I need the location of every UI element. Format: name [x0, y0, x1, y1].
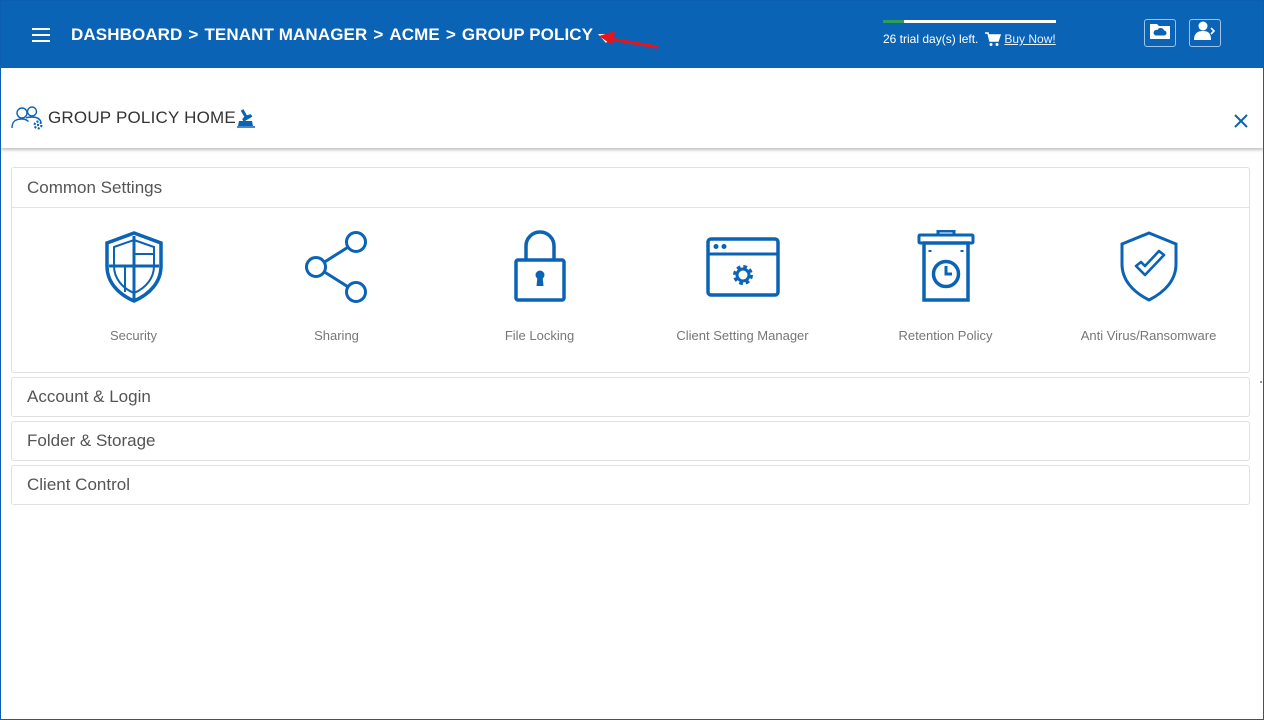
share-icon [235, 230, 438, 308]
tile-label: Anti Virus/Ransomware [1080, 328, 1217, 343]
browser-gear-icon [641, 230, 844, 308]
trial-status: 26 trial day(s) left. Buy Now! [883, 31, 1056, 47]
common-settings-panel: Common Settings Security Sharing File Lo… [11, 167, 1250, 373]
breadcrumb-tenant-manager[interactable]: TENANT MANAGER [204, 25, 367, 45]
cart-icon[interactable] [985, 31, 1002, 47]
tile-anti-virus-ransomware[interactable]: Anti Virus/Ransomware [1047, 208, 1250, 368]
close-icon[interactable] [1232, 112, 1250, 130]
buy-now-link[interactable]: Buy Now! [1004, 32, 1055, 46]
page-title: GROUP POLICY HOME [48, 108, 236, 127]
tile-label: Client Setting Manager [676, 328, 809, 343]
trial-progress-fill [883, 20, 904, 23]
breadcrumb-group-policy: GROUP POLICY [461, 25, 594, 44]
page-header: GROUP POLICY HOME [1, 68, 1263, 148]
breadcrumb-separator: > [373, 25, 384, 44]
breadcrumb: DASHBOARD > TENANT MANAGER > ACME > GROU… [71, 23, 615, 47]
breadcrumb-dashboard[interactable]: DASHBOARD [71, 25, 182, 45]
account-login-panel: Account & Login [11, 377, 1250, 417]
clean-icon[interactable] [236, 108, 256, 128]
app-window: DASHBOARD > TENANT MANAGER > ACME > GROU… [0, 0, 1264, 720]
folder-storage-panel: Folder & Storage [11, 421, 1250, 461]
tile-client-setting-manager[interactable]: Client Setting Manager [641, 208, 844, 368]
section-header-folder-storage[interactable]: Folder & Storage [12, 422, 1249, 460]
section-header-client-control[interactable]: Client Control [12, 466, 1249, 504]
tile-label: Security [110, 328, 157, 343]
tile-label: Sharing [314, 328, 359, 343]
tile-retention-policy[interactable]: Retention Policy [844, 208, 1047, 368]
shield-check-icon [1047, 230, 1250, 308]
tile-security[interactable]: Security [32, 208, 235, 368]
trash-clock-icon [844, 230, 1047, 308]
tile-sharing[interactable]: Sharing [235, 208, 438, 368]
group-settings-icon [11, 106, 45, 130]
user-switch-button[interactable] [1189, 19, 1221, 47]
user-switch-icon [1194, 21, 1216, 46]
section-header-common-settings[interactable]: Common Settings [12, 168, 1249, 208]
security-shield-icon [32, 230, 235, 308]
section-header-account-login[interactable]: Account & Login [12, 378, 1249, 416]
cloud-folder-button[interactable] [1144, 19, 1176, 47]
breadcrumb-separator: > [445, 25, 456, 44]
tile-label: Retention Policy [898, 328, 993, 343]
client-control-panel: Client Control [11, 465, 1250, 505]
lock-icon [438, 230, 641, 308]
breadcrumb-acme[interactable]: ACME [389, 25, 439, 45]
trial-days-text: 26 trial day(s) left. [883, 32, 979, 46]
breadcrumb-separator: > [188, 25, 199, 44]
annotation-arrow [599, 31, 659, 49]
top-bar: DASHBOARD > TENANT MANAGER > ACME > GROU… [1, 1, 1263, 68]
trial-progress-bar [883, 20, 1056, 23]
tile-label: File Locking [504, 328, 575, 343]
cloud-folder-icon [1149, 22, 1171, 45]
tile-file-locking[interactable]: File Locking [438, 208, 641, 368]
scrollbar-marker [1260, 381, 1262, 383]
menu-icon[interactable] [32, 27, 50, 43]
